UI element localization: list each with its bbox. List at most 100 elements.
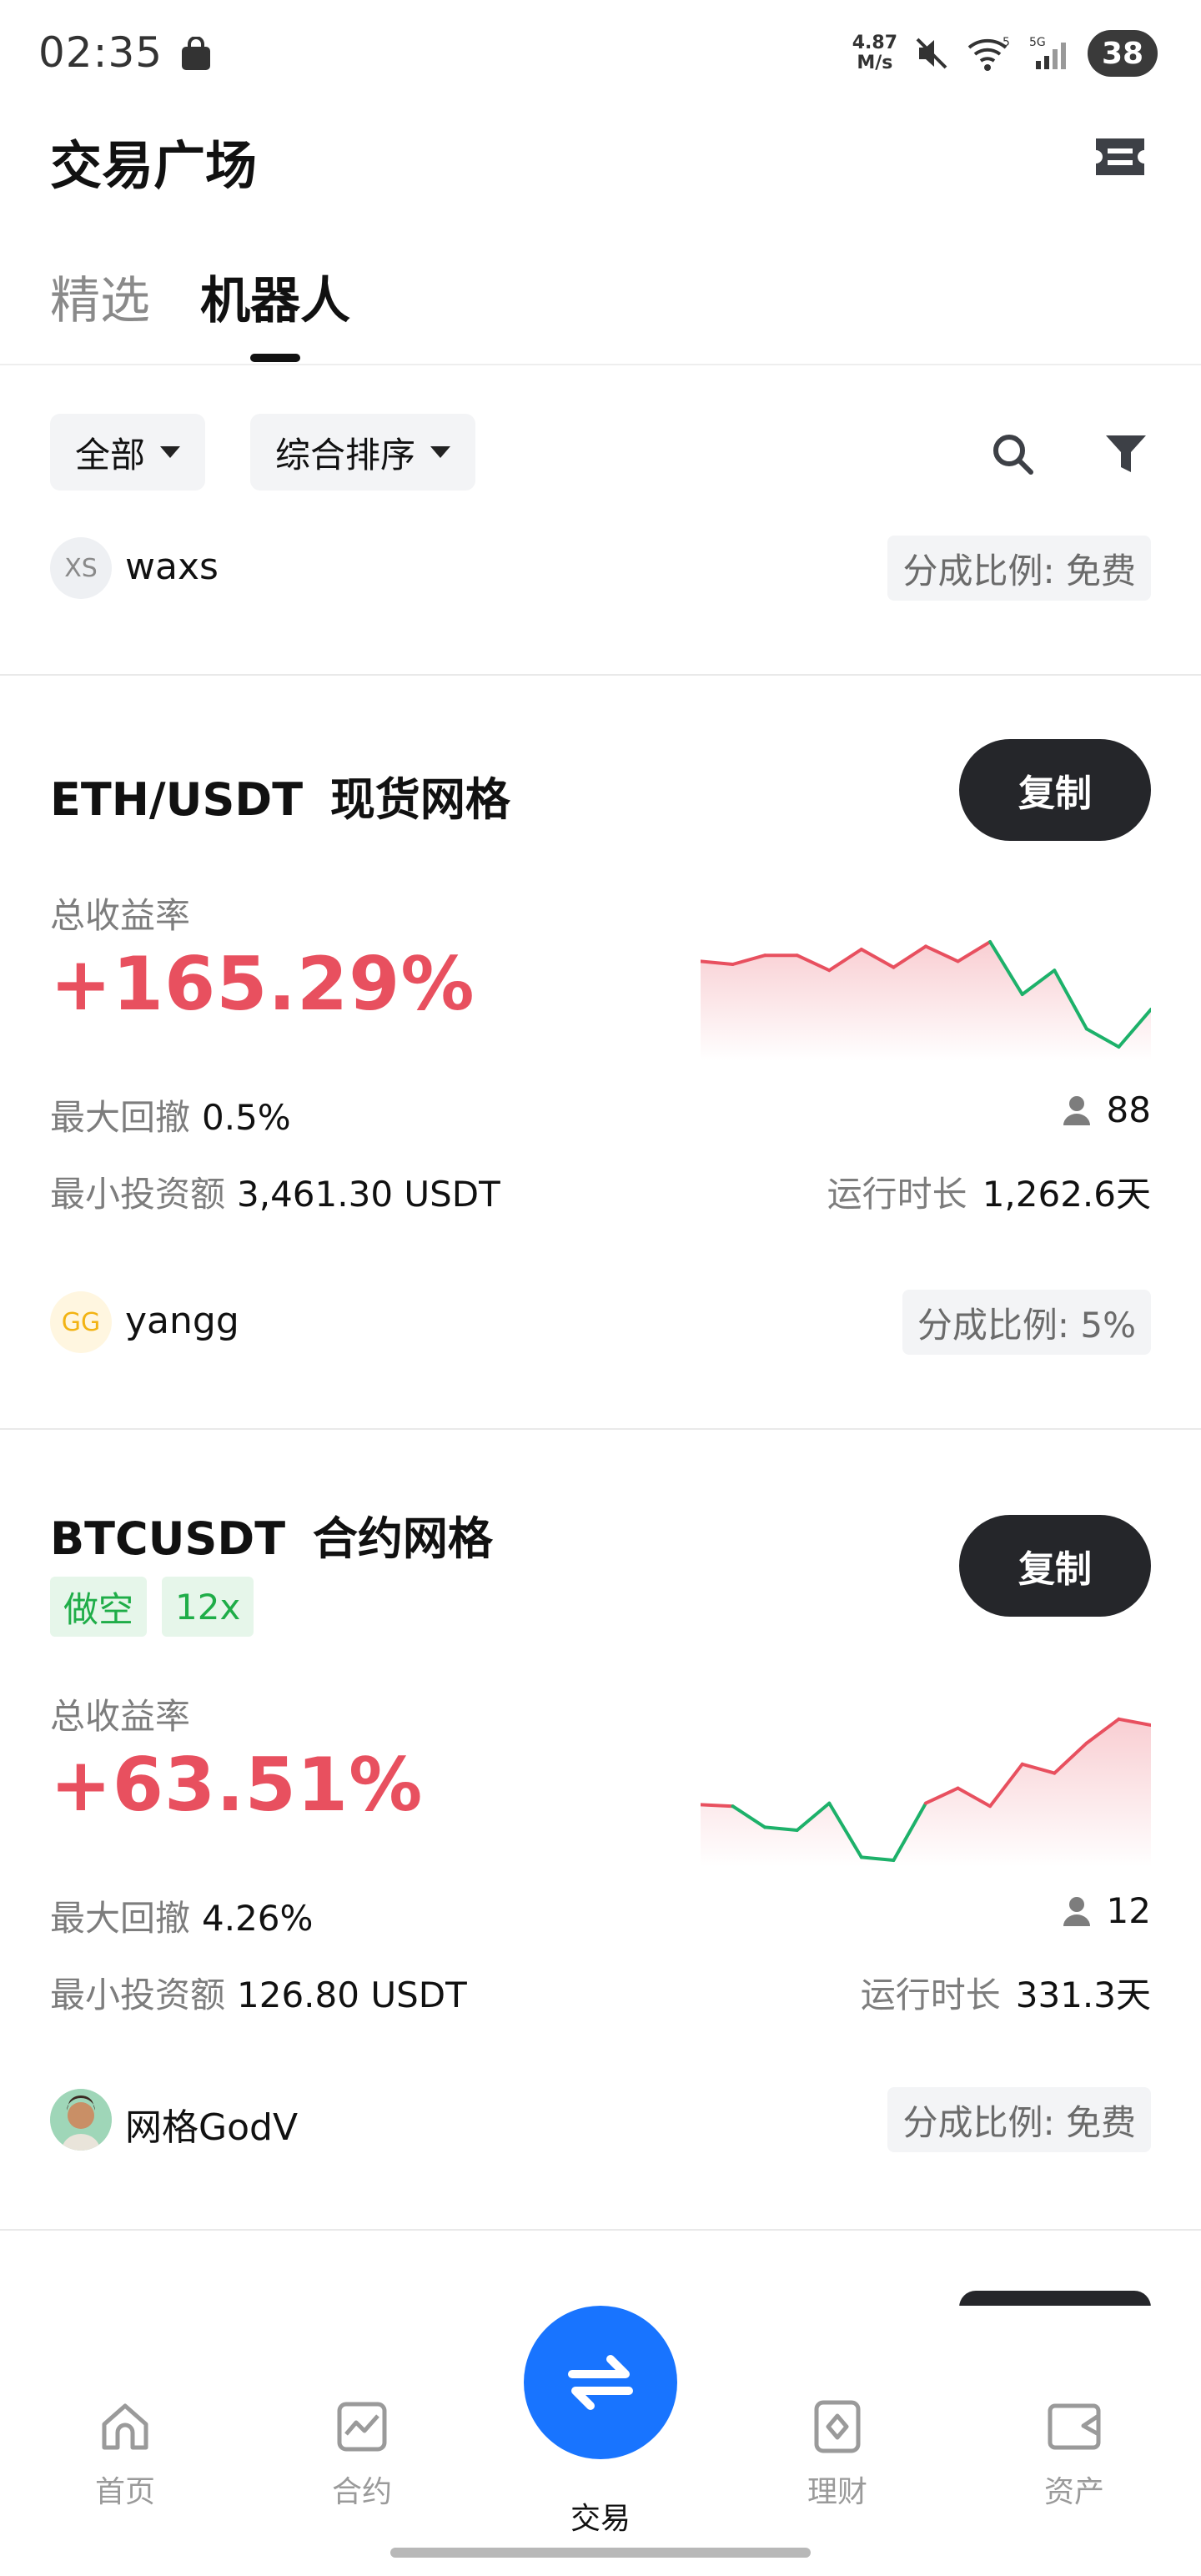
diamond-card-icon xyxy=(814,2400,861,2453)
nav-earn-label: 理财 xyxy=(807,2475,867,2509)
home-indicator xyxy=(390,2548,811,2558)
nav-home-label: 首页 xyxy=(94,2475,155,2509)
tab-bar: 精选 机器人 xyxy=(0,250,1201,365)
min-investment-label: 最小投资额 xyxy=(50,1975,226,2015)
max-drawdown-value: 0.5% xyxy=(202,1097,291,1138)
nav-futures-label: 合约 xyxy=(331,2475,392,2509)
bottom-navigation: 首页 合约 交易 理财 资产 xyxy=(0,2306,1201,2576)
avatar: XS xyxy=(50,537,112,599)
nav-earn[interactable]: 理财 xyxy=(754,2397,921,2511)
runtime: 运行时长 331.3天 xyxy=(861,1967,1151,2018)
max-drawdown-value: 4.26% xyxy=(202,1898,314,1939)
max-drawdown: 最大回撤 4.26% xyxy=(50,1890,313,1941)
share-ratio-badge: 分成比例: 免费 xyxy=(887,2087,1151,2152)
trading-pair: ETH/USDT xyxy=(50,773,304,826)
sort-dropdown[interactable]: 综合排序 xyxy=(250,414,476,491)
avatar: GG xyxy=(50,1291,112,1353)
sparkline-segment xyxy=(701,1803,735,1809)
pnl-sparkline xyxy=(701,1717,1151,1867)
trader-row[interactable]: 网格GodV 分成比例: 免费 xyxy=(0,2087,1201,2156)
min-investment: 最小投资额 126.80 USDT xyxy=(50,1967,467,2018)
bot-card[interactable]: ETH/USDT 现货网格 复制 总收益率 +165.29% 最大回撤 0.5% … xyxy=(0,676,1201,1430)
pnl-sparkline xyxy=(701,940,1151,1061)
avatar xyxy=(50,2089,112,2151)
followers-value: 12 xyxy=(1106,1890,1151,1931)
bot-title: BTCUSDT 合约网格 xyxy=(50,1502,493,1567)
bot-type: 合约网格 xyxy=(312,1512,493,1565)
copy-button[interactable]: 复制 xyxy=(959,739,1151,841)
cellular-signal-icon: 5G xyxy=(1029,36,1066,69)
nav-assets[interactable]: 资产 xyxy=(991,2397,1158,2511)
tab-bots[interactable]: 机器人 xyxy=(200,260,350,333)
share-ratio-badge: 分成比例: 免费 xyxy=(887,536,1151,601)
share-ratio-badge: 分成比例: 5% xyxy=(902,1290,1151,1355)
trader-row[interactable]: GG yangg 分成比例: 5% xyxy=(0,1290,1201,1358)
bot-card[interactable]: BTCUSDT 合约网格 做空 12x 复制 总收益率 +63.51% 最大回撤… xyxy=(0,1430,1201,2229)
network-speed-unit: M/s xyxy=(857,53,893,73)
status-time: 02:35 xyxy=(38,28,163,77)
runtime: 运行时长 1,262.6天 xyxy=(827,1166,1151,1217)
nav-futures[interactable]: 合约 xyxy=(279,2397,445,2511)
runtime-label: 运行时长 xyxy=(827,1174,967,1215)
bot-title: ETH/USDT 现货网格 xyxy=(50,762,510,828)
max-drawdown-label: 最大回撤 xyxy=(50,1097,191,1138)
caret-down-icon xyxy=(160,446,181,458)
runtime-value: 1,262.6天 xyxy=(982,1174,1151,1215)
active-tab-indicator xyxy=(250,354,300,362)
wallet-icon xyxy=(1048,2403,1101,2450)
followers-count: 88 xyxy=(1060,1089,1151,1130)
max-drawdown: 最大回撤 0.5% xyxy=(50,1089,291,1140)
leverage-tag: 12x xyxy=(162,1577,254,1637)
search-icon[interactable] xyxy=(989,430,1036,477)
shopping-bag-icon xyxy=(182,37,210,70)
min-investment-value: 126.80 USDT xyxy=(237,1975,467,2015)
roi-label: 总收益率 xyxy=(50,895,191,936)
tab-featured[interactable]: 精选 xyxy=(50,260,150,333)
min-investment-label: 最小投资额 xyxy=(50,1174,226,1215)
category-label: 全部 xyxy=(75,434,146,475)
nav-trade[interactable]: 交易 xyxy=(517,2494,684,2538)
status-bar: 02:35 4.87 M/s 5 5G 38 xyxy=(0,0,1201,108)
trade-center-button[interactable] xyxy=(524,2306,677,2459)
max-drawdown-label: 最大回撤 xyxy=(50,1898,191,1939)
copy-button[interactable]: 复制 xyxy=(959,1515,1151,1617)
mute-icon xyxy=(916,38,947,69)
trader-row[interactable]: XS waxs 分成比例: 免费 xyxy=(0,536,1201,604)
nav-trade-label: 交易 xyxy=(570,2502,631,2536)
ticket-icon[interactable] xyxy=(1093,133,1148,180)
followers-count: 12 xyxy=(1060,1890,1151,1931)
min-investment-value: 3,461.30 USDT xyxy=(237,1174,500,1215)
svg-text:5G: 5G xyxy=(1029,36,1046,49)
roi-value: +165.29% xyxy=(50,941,475,1027)
trader-name: yangg xyxy=(125,1300,239,1342)
nav-home[interactable]: 首页 xyxy=(42,2397,209,2511)
sparkline-area xyxy=(701,942,1151,1061)
nav-assets-label: 资产 xyxy=(1043,2475,1104,2509)
filter-bar: 全部 综合排序 xyxy=(0,414,1201,492)
category-dropdown[interactable]: 全部 xyxy=(50,414,206,491)
bot-type: 现货网格 xyxy=(329,773,510,826)
person-icon xyxy=(1063,1896,1090,1926)
swap-arrows-icon xyxy=(568,2355,633,2410)
svg-text:5: 5 xyxy=(1003,36,1010,49)
runtime-value: 331.3天 xyxy=(1015,1975,1151,2015)
runtime-label: 运行时长 xyxy=(860,1975,1001,2015)
header: 交易广场 xyxy=(0,108,1201,209)
filter-icon[interactable] xyxy=(1103,430,1149,477)
roi-label: 总收益率 xyxy=(50,1696,191,1737)
sparkline-area xyxy=(701,1718,1151,1867)
followers-value: 88 xyxy=(1106,1089,1151,1130)
min-investment: 最小投资额 3,461.30 USDT xyxy=(50,1166,500,1217)
home-icon xyxy=(102,2403,148,2450)
caret-down-icon xyxy=(430,446,451,458)
next-card-copy-button[interactable] xyxy=(959,2291,1151,2307)
page-title: 交易广场 xyxy=(50,135,258,196)
person-icon xyxy=(1063,1095,1090,1125)
network-speed: 4.87 M/s xyxy=(852,33,897,73)
trader-name: waxs xyxy=(125,546,219,588)
roi-value: +63.51% xyxy=(50,1742,424,1828)
sort-label: 综合排序 xyxy=(275,434,416,475)
chart-icon xyxy=(337,2402,387,2452)
trader-name: 网格GodV xyxy=(125,2106,299,2149)
network-speed-value: 4.87 xyxy=(852,33,897,53)
